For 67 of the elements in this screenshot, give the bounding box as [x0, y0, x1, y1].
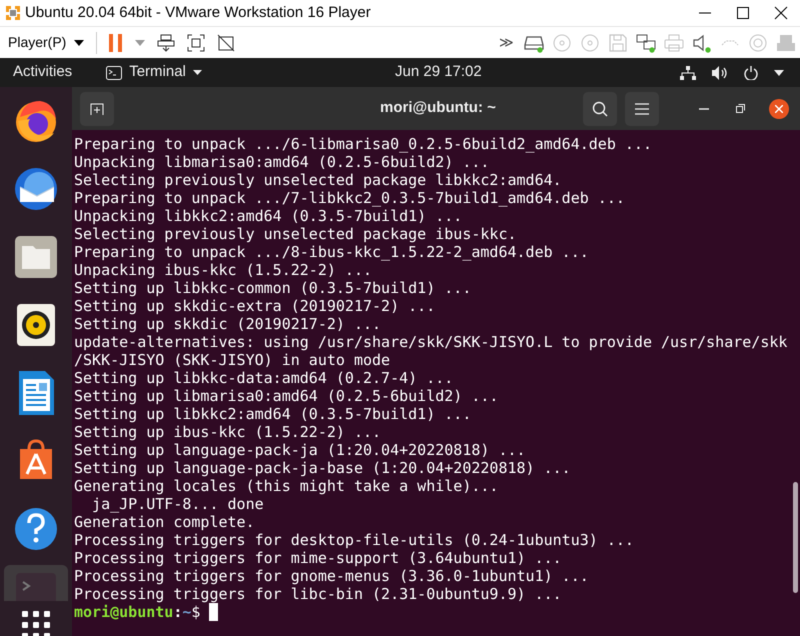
send-keys-icon[interactable] [157, 34, 176, 52]
terminal-line: update-alternatives: using /usr/share/skk/SKK-JISYO.L to provide /usr/share/skk [74, 333, 788, 351]
terminal-line: Generation complete. [74, 513, 256, 531]
network-adapter-icon[interactable] [636, 32, 656, 52]
terminal-line: Setting up language-pack-ja (1:20.04+20220818) ... [74, 441, 527, 459]
volume-icon[interactable] [712, 66, 728, 80]
speaker-icon[interactable] [692, 32, 712, 52]
terminal-line: /SKK-JISYO (SKK-JISYO) in auto mode [74, 351, 392, 369]
terminal-line: Processing triggers for gnome-menus (3.36.0-1ubuntu1) ... [74, 567, 590, 585]
terminal-line: ja_JP.UTF-8... done [91, 495, 265, 513]
power-icon[interactable] [744, 66, 758, 80]
terminal-line: Processing triggers for libc-bin (2.31-0ubuntu9.9) ... [74, 585, 563, 603]
terminal-line: Preparing to unpack .../8-ibus-kkc_1.5.22-2_amd64.deb ... [74, 243, 590, 261]
help-icon[interactable] [12, 505, 60, 553]
mail-icon[interactable] [12, 165, 60, 213]
terminal-line: Unpacking libkkc2:amd64 (0.3.5-7build1) ... [74, 207, 464, 225]
terminal-line: Setting up libkkc2:amd64 (0.3.5-7build1) ... [74, 405, 472, 423]
terminal-line: Setting up skkdic (20190217-2) ... [74, 315, 382, 333]
close-button[interactable] [769, 98, 789, 118]
terminal-line: Processing triggers for desktop-file-utils (0.24-1ubuntu3) ... [74, 531, 635, 549]
terminal-line: Generating locales (this might take a while)... [74, 477, 500, 495]
search-button[interactable] [583, 92, 617, 126]
prompt-path: ~ [182, 603, 192, 621]
new-tab-button[interactable] [80, 92, 114, 126]
pause-icon[interactable] [109, 34, 124, 52]
terminal-line: Setting up libkkc-common (0.3.5-7build1) ... [74, 279, 472, 297]
more-devices-button[interactable]: ≫ [499, 32, 514, 53]
terminal-line: Selecting previously unselected package libkkc2:amd64. [74, 171, 563, 189]
menu-icon[interactable] [635, 102, 649, 114]
search-icon[interactable] [592, 100, 608, 116]
fullscreen-icon[interactable] [187, 34, 206, 52]
terminal-title: mori@ubuntu: ~ [380, 98, 496, 118]
unity-icon[interactable] [217, 34, 236, 52]
scrollbar[interactable] [793, 482, 798, 593]
terminal-line: Unpacking libmarisa0:amd64 (0.2.5-6build2) ... [74, 153, 490, 171]
prompt-symbol: $ [191, 603, 200, 621]
player-menu[interactable]: Player(P) [8, 32, 66, 53]
close-icon[interactable] [774, 6, 788, 20]
terminal-icon [106, 66, 122, 80]
terminal-line: Unpacking ibus-kkc (1.5.22-2) ... [74, 261, 374, 279]
new-tab-icon[interactable] [90, 102, 104, 116]
activities-button[interactable]: Activities [13, 61, 72, 84]
app-logo-icon [4, 4, 22, 22]
menu-button[interactable] [625, 92, 659, 126]
network-icon[interactable] [680, 66, 696, 80]
terminal-line: Setting up language-pack-ja-base (1:20.04+20220818) ... [74, 459, 572, 477]
terminal-line: Setting up libmarisa0:amd64 (0.2.5-6build2) ... [74, 387, 500, 405]
terminal-line: Processing triggers for mime-support (3.64ubuntu1) ... [74, 549, 563, 567]
maximize-icon[interactable] [736, 6, 750, 20]
minimize-icon[interactable] [699, 106, 709, 110]
window-title: Ubuntu 20.04 64bit - VMware Workstation 16 Player [25, 2, 371, 23]
caret-icon[interactable] [774, 70, 784, 76]
caret-icon[interactable] [192, 70, 202, 75]
terminal-line: Preparing to unpack .../7-libkkc2_0.3.5-7build1_amd64.deb ... [74, 189, 626, 207]
cursor [209, 603, 218, 621]
folder-icon[interactable] [12, 233, 60, 281]
caret-icon[interactable] [74, 40, 84, 46]
terminal-line: Selecting previously unselected package ibus-kkc. [74, 225, 518, 243]
restore-icon[interactable] [736, 104, 745, 113]
terminal-line: Setting up skkdic-extra (20190217-2) ... [74, 297, 436, 315]
prompt-user-host: mori@ubuntu [74, 603, 174, 621]
terminal-line: Preparing to unpack .../6-libmarisa0_0.2.5-6build2_amd64.deb ... [74, 135, 653, 153]
terminal-line: Setting up ibus-kkc (1.5.22-2) ... [74, 423, 382, 441]
prompt-separator: : [173, 603, 182, 621]
app-menu[interactable]: Terminal [129, 61, 186, 84]
clock[interactable]: Jun 29 17:02 [395, 61, 482, 84]
terminal-line: Setting up libkkc-data:amd64 (0.2.7-4) ... [74, 369, 454, 387]
